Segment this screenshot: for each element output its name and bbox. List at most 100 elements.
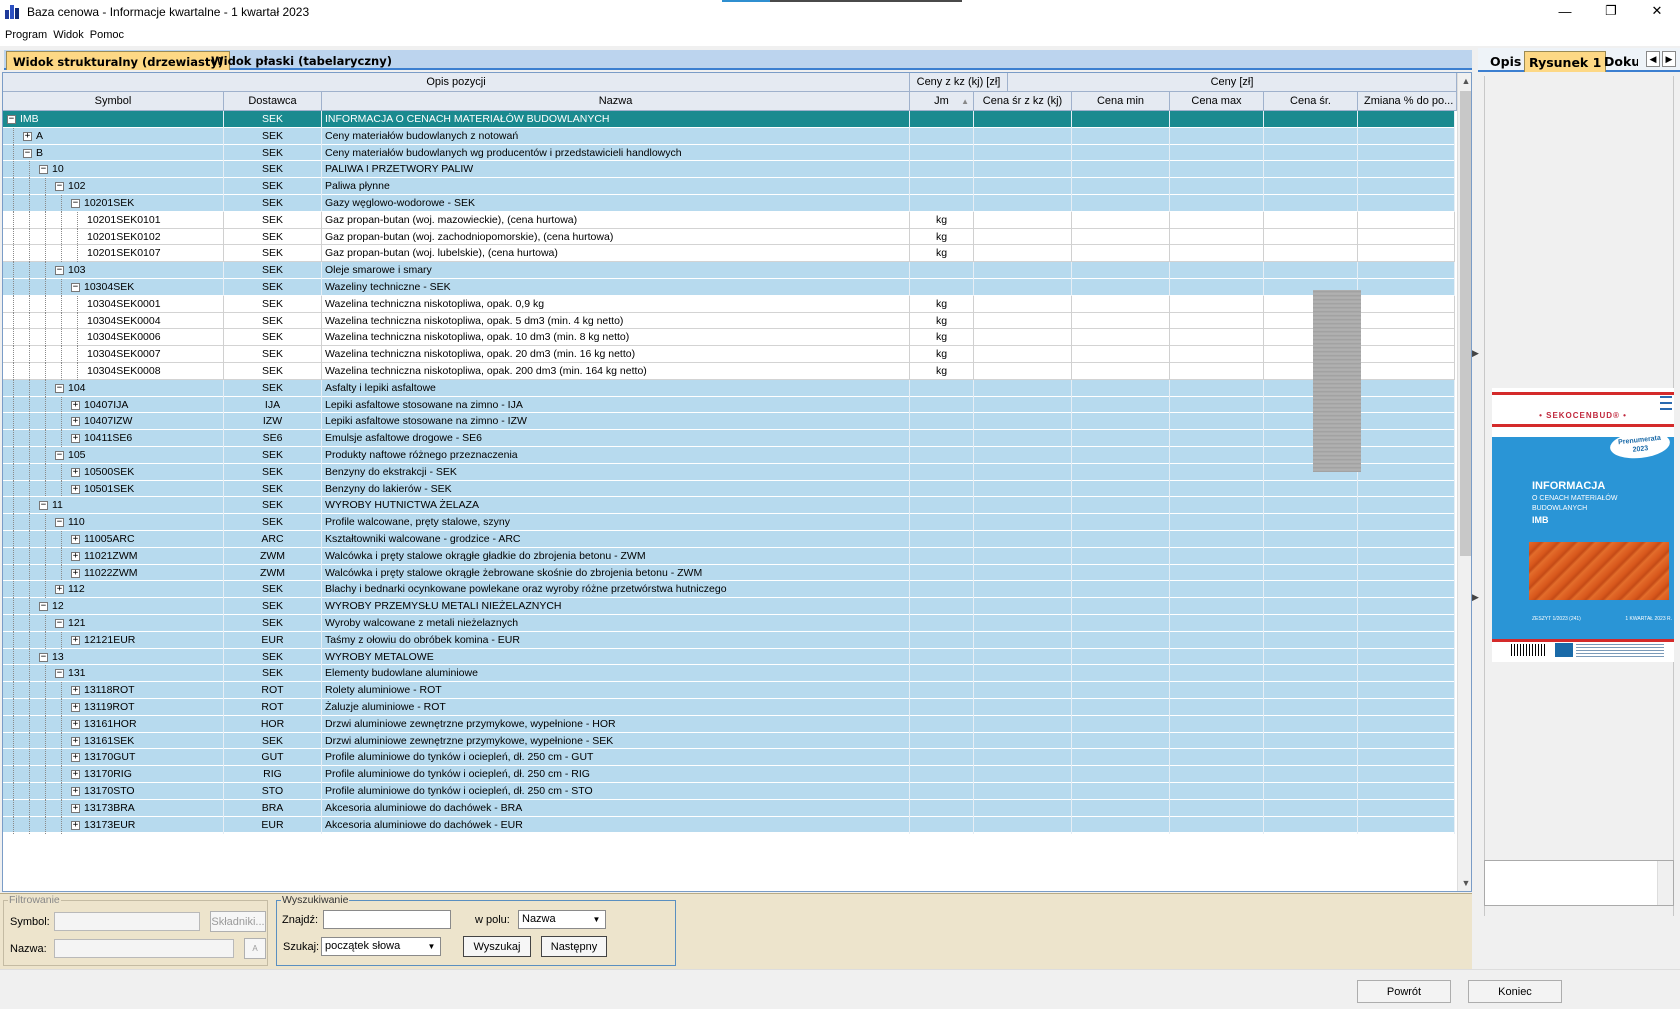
column-header-cena-min[interactable]: Cena min xyxy=(1072,92,1170,111)
scroll-up-icon[interactable]: ▲ xyxy=(1458,73,1471,89)
collapse-node-icon[interactable]: − xyxy=(55,451,64,460)
tab-dokumenty[interactable]: Doku xyxy=(1600,51,1638,72)
table-row[interactable]: −10304SEK SEK Wazeliny techniczne - SEK xyxy=(3,279,1455,296)
wyszukaj-button[interactable]: Wyszukaj xyxy=(463,936,531,957)
match-mode-select[interactable]: początek słowa ▼ xyxy=(321,937,441,956)
table-row[interactable]: +13118ROT ROT Rolety aluminiowe - ROT xyxy=(3,682,1455,700)
expand-node-icon[interactable]: + xyxy=(71,703,80,712)
menu-program[interactable]: Program xyxy=(4,29,52,41)
table-row[interactable]: + A SEK Ceny materiałów budowlanych z notow… xyxy=(3,127,1455,145)
table-row[interactable]: −11 SEK WYROBY HUTNICTWA ŻELAZA xyxy=(3,497,1455,515)
collapse-node-icon[interactable]: − xyxy=(55,266,64,276)
table-row[interactable]: 10304SEK0007 SEK Wazelina techniczna nisko… xyxy=(3,346,1455,364)
description-textbox[interactable] xyxy=(1484,860,1674,906)
scrollbar-thumb[interactable] xyxy=(1460,91,1471,556)
tab-next-icon[interactable]: ▶ xyxy=(1662,51,1676,67)
tab-prev-icon[interactable]: ◀ xyxy=(1646,51,1660,67)
maximize-button[interactable]: ❐ xyxy=(1588,0,1634,22)
scroll-down-icon[interactable]: ▼ xyxy=(1458,875,1471,891)
table-row[interactable]: +11021ZWM ZWM Walcówka i pręty stalowe okr… xyxy=(3,547,1455,565)
expand-node-icon[interactable]: + xyxy=(71,787,80,796)
field-select[interactable]: Nazwa ▼ xyxy=(518,910,606,929)
expand-node-icon[interactable]: + xyxy=(71,686,80,696)
symbol-filter-input[interactable] xyxy=(54,912,200,931)
column-header-zmiana[interactable]: Zmiana % do po... xyxy=(1358,92,1457,111)
tab-rysunek-1[interactable]: Rysunek 1 xyxy=(1524,51,1607,72)
minimize-button[interactable]: — xyxy=(1542,0,1588,22)
table-row[interactable]: +13173EUR EUR Akcesoria aluminiowe do dach… xyxy=(3,816,1455,834)
table-row[interactable]: −105 SEK Produkty naftowe różnego przeznac… xyxy=(3,447,1455,464)
table-row[interactable]: −131 SEK Elementy budowlane aluminiowe xyxy=(3,665,1455,683)
table-row[interactable]: − IMB SEK INFORMACJA O CENACH MATERIAŁÓW BU… xyxy=(3,111,1455,128)
table-row[interactable]: +11005ARC ARC Kształtowniki walcowane - gr… xyxy=(3,531,1455,548)
table-row[interactable]: −12 SEK WYROBY PRZEMYSŁU METALI NIEŻELAZNY… xyxy=(3,598,1455,616)
table-row[interactable]: +13119ROT ROT Żaluzje aluminiowe - ROT xyxy=(3,699,1455,716)
expand-node-icon[interactable]: + xyxy=(71,753,80,763)
collapse-node-icon[interactable]: − xyxy=(39,501,48,511)
tab-structural-view[interactable]: Widok strukturalny (drzewiasty) xyxy=(6,51,231,70)
table-row[interactable]: +13161SEK SEK Drzwi aluminiowe zewnętrzne … xyxy=(3,732,1455,750)
expand-node-icon[interactable]: + xyxy=(71,635,80,645)
expand-node-icon[interactable]: + xyxy=(71,417,80,427)
table-row[interactable]: −10 SEK PALIWA I PRZETWORY PALIW xyxy=(3,161,1455,179)
expand-node-icon[interactable]: + xyxy=(71,467,80,477)
skladniki-button[interactable]: Składniki... xyxy=(210,911,266,932)
table-row[interactable]: 10304SEK0006 SEK Wazelina techniczna nisko… xyxy=(3,329,1455,347)
collapse-node-icon[interactable]: − xyxy=(39,165,48,175)
collapse-node-icon[interactable]: − xyxy=(55,518,64,528)
expand-node-icon[interactable]: + xyxy=(71,434,80,444)
expand-node-icon[interactable]: + xyxy=(71,770,80,780)
table-row[interactable]: −104 SEK Asfalty i lepiki asfaltowe xyxy=(3,379,1455,397)
koniec-button[interactable]: Koniec xyxy=(1468,980,1562,1003)
column-header-symbol[interactable]: Symbol xyxy=(3,92,224,111)
expand-node-icon[interactable]: + xyxy=(71,803,80,813)
table-row[interactable]: 10201SEK0102 SEK Gaz propan-butan (woj. za… xyxy=(3,228,1455,246)
table-row[interactable]: −10201SEK SEK Gazy węglowo-wodorowe - SEK xyxy=(3,195,1455,212)
table-row[interactable]: 10201SEK0107 SEK Gaz propan-butan (woj. lu… xyxy=(3,245,1455,263)
table-row[interactable]: +10500SEK SEK Benzyny do ekstrakcji - SEK xyxy=(3,463,1455,481)
search-text-input[interactable] xyxy=(323,910,451,929)
collapse-left-icon[interactable]: ▶ xyxy=(1472,348,1479,359)
expand-node-icon[interactable]: + xyxy=(71,535,80,544)
table-row[interactable]: +112 SEK Blachy i bednarki ocynkowane powl… xyxy=(3,581,1455,599)
expand-node-icon[interactable]: + xyxy=(71,400,80,410)
collapse-node-icon[interactable]: − xyxy=(39,602,48,612)
expand-node-icon[interactable]: + xyxy=(23,131,32,141)
table-row[interactable]: 10304SEK0008 SEK Wazelina techniczna nisko… xyxy=(3,363,1455,380)
column-header-dostawca[interactable]: Dostawca xyxy=(224,92,322,111)
column-header-nazwa[interactable]: Nazwa xyxy=(322,92,910,111)
table-row[interactable]: +13161HOR HOR Drzwi aluminiowe zewnętrzne … xyxy=(3,715,1455,733)
expand-node-icon[interactable]: + xyxy=(71,551,80,561)
collapse-node-icon[interactable]: − xyxy=(55,383,64,393)
nastepny-button[interactable]: Następny xyxy=(541,936,607,957)
menu-pomoc[interactable]: Pomoc xyxy=(89,29,129,41)
table-row[interactable]: +10501SEK SEK Benzyny do lakierów - SEK xyxy=(3,480,1455,498)
table-row[interactable]: +13170RIG RIG Profile aluminiowe do tynków… xyxy=(3,766,1455,784)
table-row[interactable]: 10201SEK0101 SEK Gaz propan-butan (woj. ma… xyxy=(3,211,1455,229)
nazwa-filter-input[interactable] xyxy=(54,939,234,958)
expand-node-icon[interactable]: + xyxy=(71,719,80,729)
table-row[interactable]: +10407IJA IJA Lepiki asfaltowe stosowane n… xyxy=(3,396,1455,414)
collapse-node-icon[interactable]: − xyxy=(7,115,16,124)
column-header-cena-kz[interactable]: Cena śr z kz (kj) xyxy=(974,92,1072,111)
table-row[interactable]: −13 SEK WYROBY METALOWE xyxy=(3,648,1455,666)
table-row[interactable]: +12121EUR EUR Taśmy z ołowiu do obróbek ko… xyxy=(3,631,1455,649)
description-scrollbar[interactable] xyxy=(1657,861,1673,905)
table-row[interactable]: −102 SEK Paliwa płynne xyxy=(3,178,1455,196)
column-header-jm[interactable]: Jm ▲ xyxy=(910,92,974,111)
az-button[interactable]: A xyxy=(244,938,266,959)
collapse-node-icon[interactable]: − xyxy=(71,199,80,208)
expand-node-icon[interactable]: + xyxy=(71,484,80,494)
table-row[interactable]: −110 SEK Profile walcowane, pręty stalowe,… xyxy=(3,514,1455,532)
table-row[interactable]: −121 SEK Wyroby walcowane z metali nieżela… xyxy=(3,615,1455,632)
expand-node-icon[interactable]: + xyxy=(71,568,80,578)
table-row[interactable]: +13170GUT GUT Profile aluminiowe do tynków… xyxy=(3,749,1455,767)
expand-node-icon[interactable]: + xyxy=(71,820,80,830)
table-row[interactable]: −103 SEK Oleje smarowe i smary xyxy=(3,262,1455,280)
close-button[interactable]: ✕ xyxy=(1634,0,1680,22)
collapse-node-icon[interactable]: − xyxy=(55,182,64,192)
tab-opis[interactable]: Opis xyxy=(1486,51,1525,72)
expand-node-icon[interactable]: + xyxy=(71,736,80,746)
menu-widok[interactable]: Widok xyxy=(52,29,89,41)
table-row[interactable]: +13170STO STO Profile aluminiowe do tynków… xyxy=(3,783,1455,800)
